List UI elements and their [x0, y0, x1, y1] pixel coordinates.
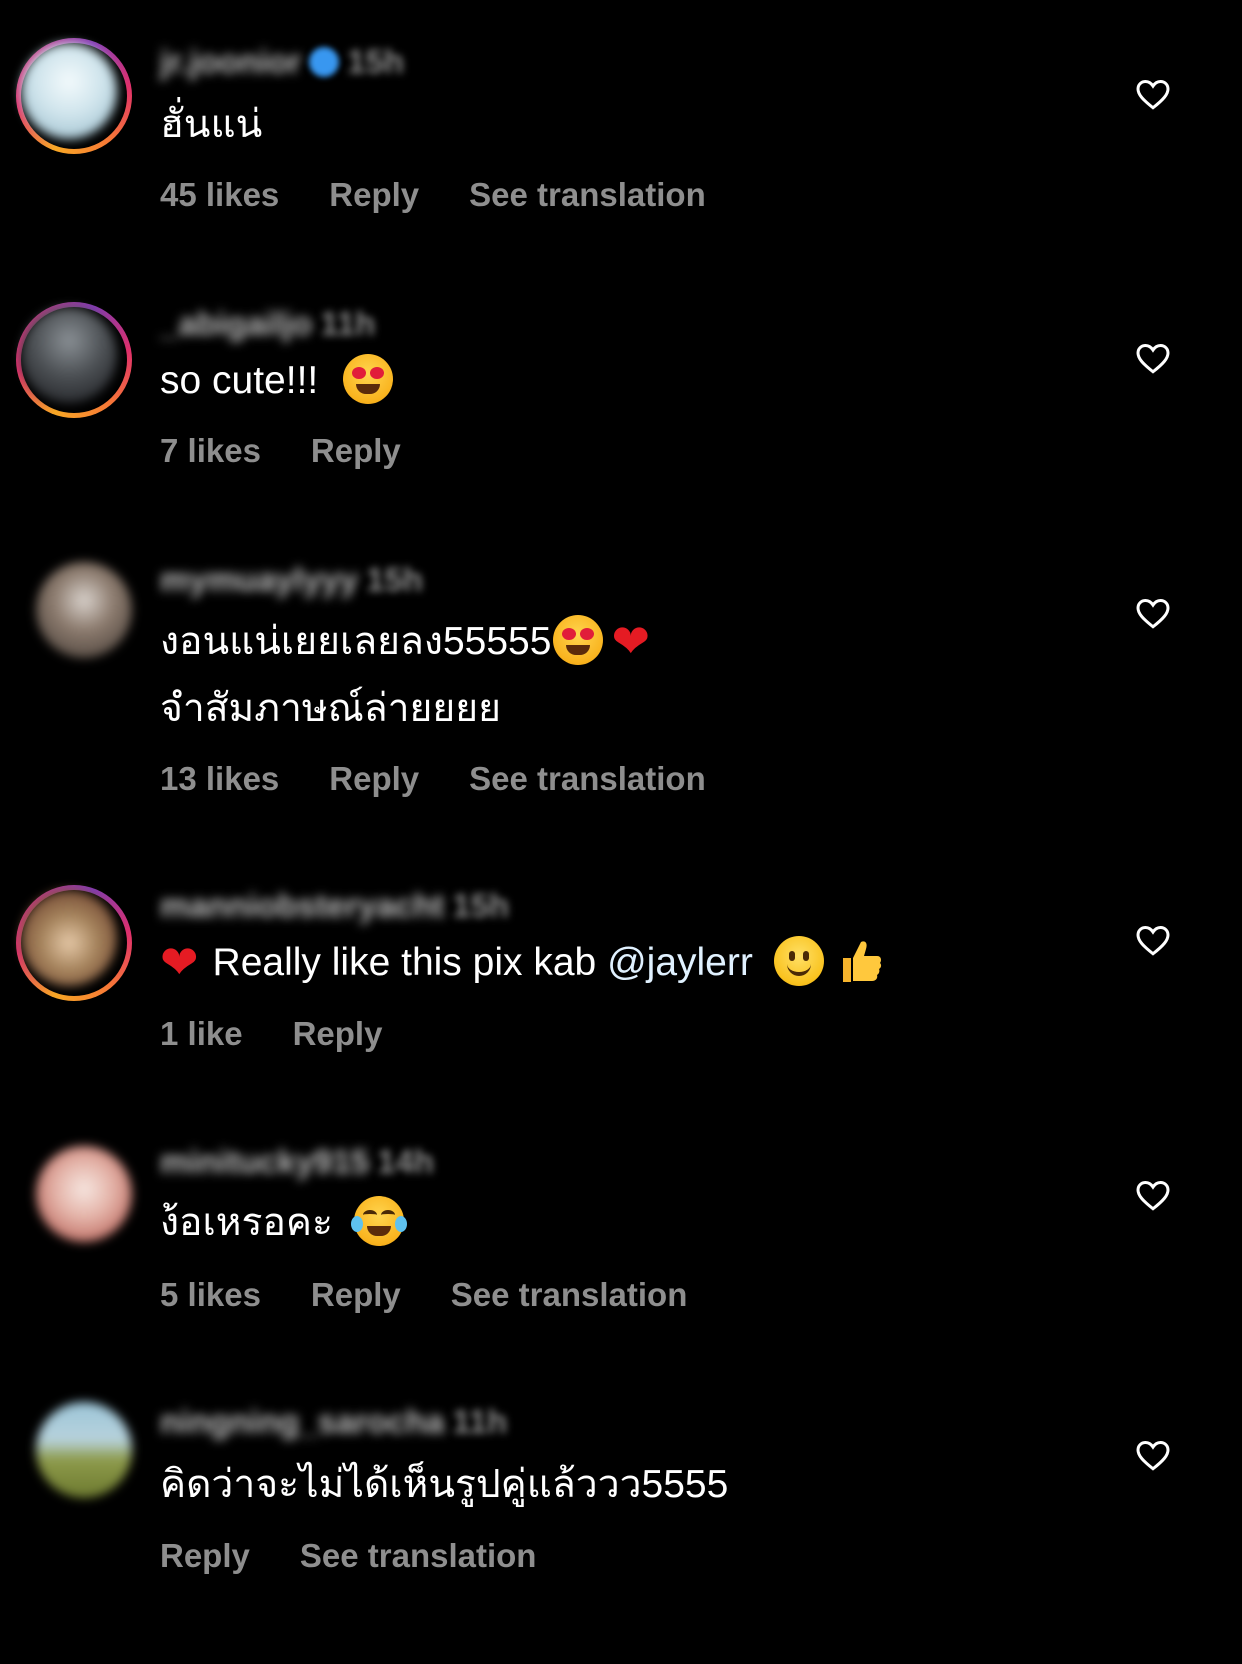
likes-count[interactable]: 7 likes — [160, 432, 261, 470]
avatar-image — [36, 1146, 132, 1242]
comment-header: mymuaylyyy 15h — [160, 560, 423, 600]
red-heart-emoji-icon: ❤ — [611, 613, 650, 668]
username[interactable]: mymuaylyyy — [160, 561, 358, 599]
comment-text: ฮั่นแน่ — [160, 103, 263, 146]
heart-eyes-emoji-icon — [553, 614, 604, 665]
thumbs-up-emoji-icon — [842, 941, 881, 982]
see-translation-button[interactable]: See translation — [469, 760, 706, 798]
avatar-image — [36, 562, 132, 658]
heart-icon[interactable] — [1135, 1178, 1171, 1214]
comment-actions: 5 likes Reply See translation — [160, 1276, 687, 1314]
comment-header: manniobsteryacht 15h — [160, 886, 509, 926]
heart-icon[interactable] — [1135, 1438, 1171, 1474]
heart-eyes-emoji-icon — [343, 353, 394, 404]
likes-count[interactable]: 5 likes — [160, 1276, 261, 1314]
comment-actions: 7 likes Reply — [160, 432, 401, 470]
timestamp: 15h — [366, 561, 424, 598]
comment-header: jr.joonior 15h — [160, 42, 404, 82]
comment-actions: 13 likes Reply See translation — [160, 760, 706, 798]
see-translation-button[interactable]: See translation — [451, 1276, 688, 1314]
comment-text: so cute!!! — [160, 353, 394, 408]
reply-button[interactable]: Reply — [311, 432, 401, 470]
mention-link[interactable]: @jaylerr — [607, 941, 753, 984]
avatar-image — [36, 1402, 132, 1498]
comment-header: _abigailjo 11h — [160, 304, 375, 344]
avatar-image — [21, 43, 117, 139]
username[interactable]: manniobsteryacht — [160, 887, 444, 925]
username[interactable]: jr.joonior — [160, 43, 301, 81]
see-translation-button[interactable]: See translation — [469, 176, 706, 214]
comment-text-line-2: จำสัมภาษณ์ล่ายยยย — [160, 687, 501, 730]
reply-button[interactable]: Reply — [329, 176, 419, 214]
username[interactable]: _abigailjo — [160, 305, 312, 343]
see-translation-button[interactable]: See translation — [300, 1537, 537, 1575]
avatar-image — [21, 307, 117, 403]
timestamp: 14h — [377, 1143, 434, 1180]
username[interactable]: minitucky915 — [160, 1143, 369, 1181]
reply-button[interactable]: Reply — [329, 760, 419, 798]
avatar-image — [21, 890, 117, 986]
comment-text: คิดว่าจะไม่ได้เห็นรูปคู่แล้ววว5555 — [160, 1463, 729, 1506]
likes-count[interactable]: 45 likes — [160, 176, 279, 214]
comment-text: ❤ Really like this pix kab @jaylerr — [160, 934, 885, 990]
heart-icon[interactable] — [1135, 77, 1171, 113]
reply-button[interactable]: Reply — [311, 1276, 401, 1314]
verified-badge-icon — [309, 47, 340, 77]
timestamp: 15h — [347, 43, 405, 80]
avatar[interactable] — [16, 885, 132, 1001]
timestamp: 11h — [452, 1403, 508, 1440]
likes-count[interactable]: 13 likes — [160, 760, 279, 798]
heart-icon[interactable] — [1135, 923, 1171, 959]
slight-smile-emoji-icon — [773, 935, 824, 986]
timestamp: 11h — [320, 305, 376, 342]
reply-button[interactable]: Reply — [160, 1537, 250, 1575]
avatar[interactable] — [16, 1136, 132, 1252]
comment-text: ง้อเหรอคะ — [160, 1195, 407, 1250]
comment-header: ningning_sarocha 11h — [160, 1402, 507, 1442]
avatar[interactable] — [16, 302, 132, 418]
avatar[interactable] — [16, 1392, 132, 1508]
timestamp: 15h — [452, 887, 510, 924]
comment-actions: 1 like Reply — [160, 1015, 382, 1053]
avatar[interactable] — [16, 38, 132, 154]
red-heart-emoji-icon: ❤ — [160, 934, 199, 989]
comment-header: minitucky915 14h — [160, 1142, 434, 1182]
avatar[interactable] — [16, 552, 132, 668]
reply-button[interactable]: Reply — [293, 1015, 383, 1053]
heart-icon[interactable] — [1135, 341, 1171, 377]
heart-icon[interactable] — [1135, 596, 1171, 632]
likes-count[interactable]: 1 like — [160, 1015, 243, 1053]
comment-text: งอนแน่เยยเลยลง55555 ❤ — [160, 613, 650, 668]
username[interactable]: ningning_sarocha — [160, 1403, 444, 1441]
tears-of-joy-emoji-icon — [350, 1195, 407, 1246]
comment-actions: 45 likes Reply See translation — [160, 176, 706, 214]
comment-actions: Reply See translation — [160, 1537, 536, 1575]
